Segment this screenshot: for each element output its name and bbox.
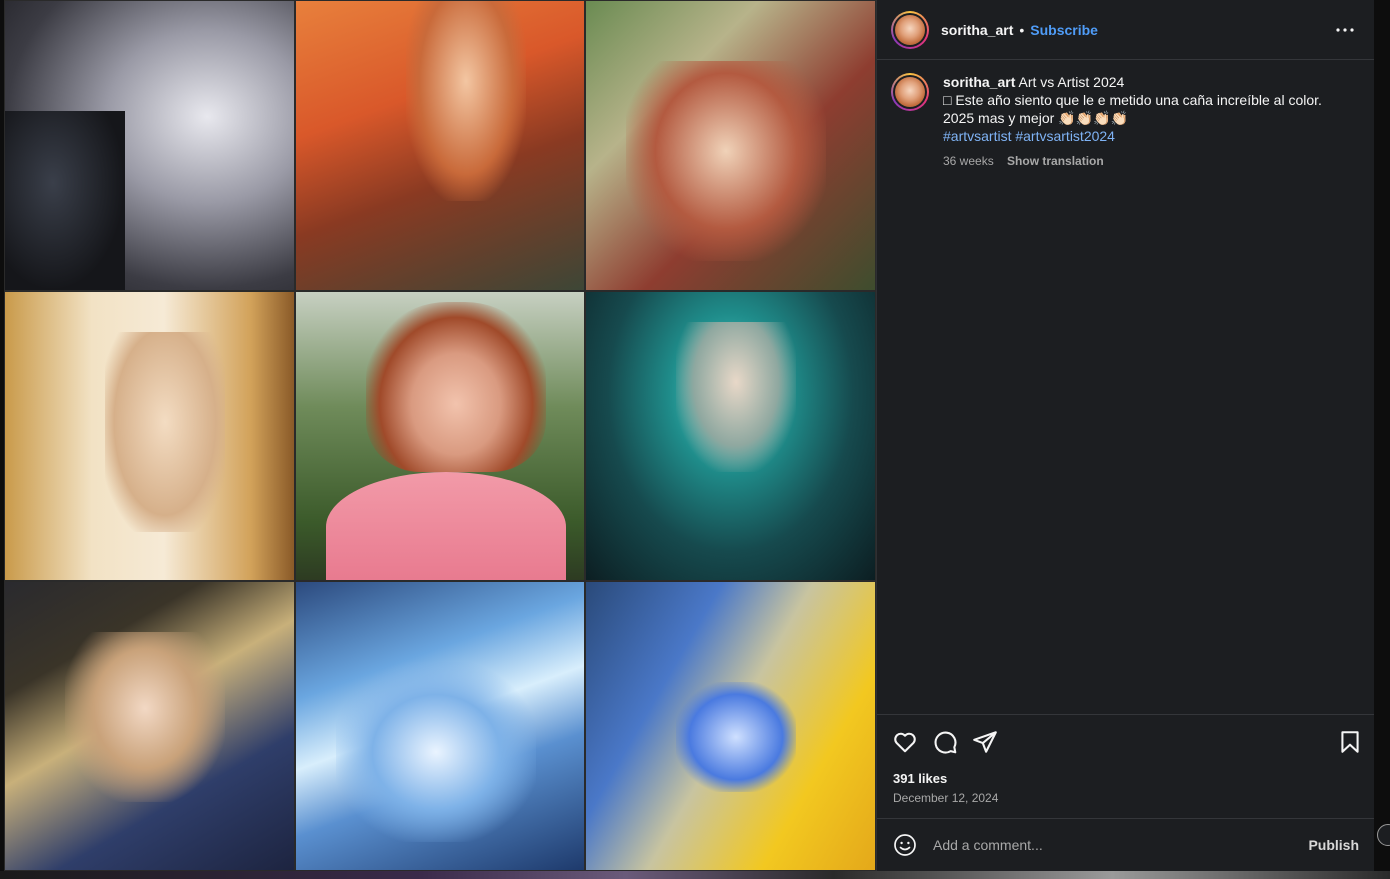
grid-tile-7 (4, 581, 295, 871)
caption-line-1: □ Este año siento que le e metido una ca… (943, 92, 1322, 108)
comment-bar: Publish (877, 818, 1375, 871)
grid-tile-8 (295, 581, 585, 871)
show-translation-button[interactable]: Show translation (1007, 154, 1104, 168)
page-background-edge (1374, 0, 1390, 871)
grid-tile-5 (295, 291, 585, 581)
post-actions: 391 likes December 12, 2024 (877, 714, 1375, 818)
post-age: 36 weeks (943, 154, 994, 168)
comment-bubble-icon (934, 731, 957, 754)
save-button[interactable] (1337, 729, 1363, 755)
publish-button[interactable]: Publish (1308, 837, 1359, 853)
grid-tile-9 (585, 581, 876, 871)
share-button[interactable] (972, 729, 998, 755)
hashtag-link[interactable]: #artvsartist (943, 128, 1011, 144)
caption-title: Art vs Artist 2024 (1018, 74, 1125, 90)
post-date: December 12, 2024 (893, 791, 999, 805)
emoji-button[interactable] (893, 833, 917, 857)
caption-avatar[interactable] (891, 73, 929, 111)
grid-tile-3 (585, 0, 876, 291)
page-background-strip (0, 871, 1390, 879)
header-username[interactable]: soritha_art (941, 22, 1013, 38)
like-button[interactable] (892, 729, 918, 755)
caption-body: soritha_art Art vs Artist 2024 □ Este añ… (943, 73, 1322, 170)
bookmark-icon (1341, 731, 1359, 753)
paper-plane-icon (973, 731, 997, 753)
grid-tile-4 (4, 291, 295, 581)
post-header: soritha_art • Subscribe (877, 0, 1375, 60)
caption-username[interactable]: soritha_art (943, 74, 1015, 90)
more-options-button[interactable] (1333, 18, 1357, 42)
instagram-post-viewer: soritha_art • Subscribe soritha_art Art … (0, 0, 1390, 879)
post-caption: soritha_art Art vs Artist 2024 □ Este añ… (891, 73, 1361, 170)
smiley-icon (894, 834, 916, 856)
grid-tile-1 (4, 0, 295, 291)
more-horizontal-icon (1336, 28, 1354, 32)
post-side-panel: soritha_art • Subscribe soritha_art Art … (876, 0, 1375, 871)
subscribe-button[interactable]: Subscribe (1030, 22, 1098, 38)
caption-line-2: 2025 mas y mejor 👏🏻👏🏻👏🏻👏🏻 (943, 110, 1128, 126)
heart-icon (894, 732, 916, 753)
header-avatar[interactable] (891, 10, 929, 49)
comment-button[interactable] (932, 729, 958, 755)
grid-tile-6 (585, 291, 876, 581)
header-separator: • (1019, 21, 1025, 38)
comment-input[interactable] (933, 837, 1309, 853)
post-image-grid[interactable] (4, 0, 876, 871)
grid-tile-2 (295, 0, 585, 291)
likes-count[interactable]: 391 likes (893, 771, 947, 786)
hashtag-link[interactable]: #artvsartist2024 (1015, 128, 1115, 144)
